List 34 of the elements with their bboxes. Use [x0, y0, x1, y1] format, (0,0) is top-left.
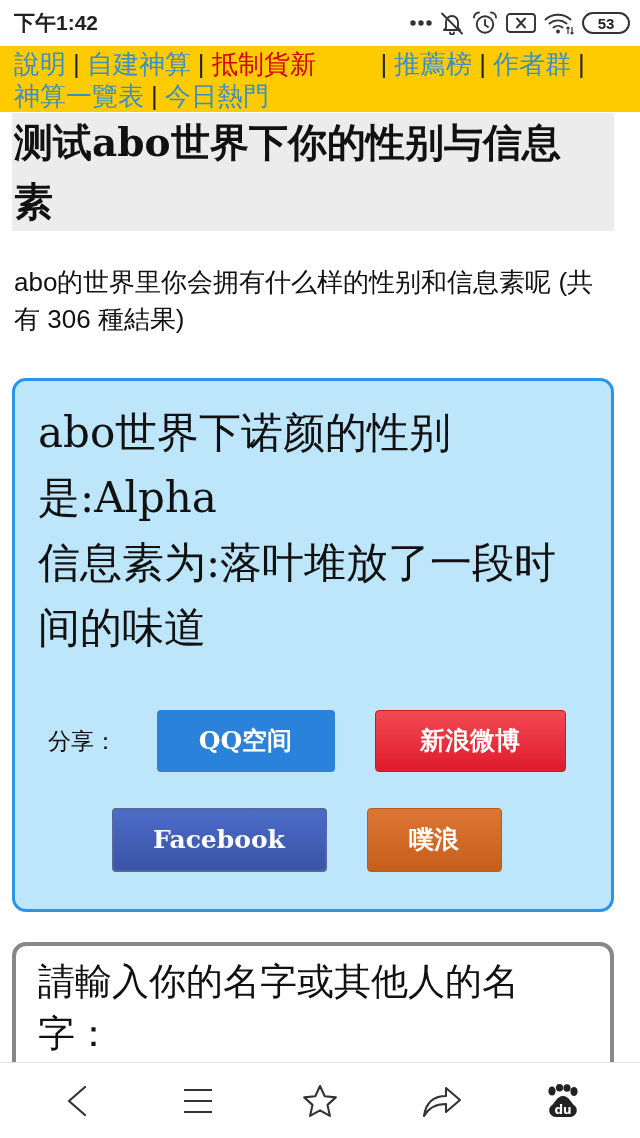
clock-time: 下午1:42	[14, 10, 99, 37]
name-prompt: 請輸入你的名字或其他人的名字：	[38, 960, 520, 1056]
back-icon[interactable]	[66, 1085, 87, 1116]
nav-separator: |	[578, 48, 585, 80]
quiz-description: abo的世界里你会拥有什么样的性别和信息素呢 (共有 306 種結果)	[14, 266, 595, 336]
nav-link[interactable]: 抵制貨新	[211, 48, 316, 80]
nav-link[interactable]: 說明	[14, 48, 66, 80]
nav-separator: |	[380, 48, 388, 80]
nav-separator: |	[479, 48, 487, 80]
alarm-clock-icon	[472, 11, 498, 35]
nav-link[interactable]: 作者群	[493, 48, 572, 80]
share-button[interactable]: Facebook	[111, 808, 327, 872]
share-button[interactable]: 新浪微博	[374, 710, 566, 772]
share-button[interactable]: QQ空间	[156, 710, 335, 772]
star-icon[interactable]	[302, 1083, 338, 1118]
nav-link[interactable]: 神算一覽表	[14, 80, 144, 112]
paw-logo[interactable]: du	[545, 1083, 582, 1118]
more-dots-icon	[410, 20, 432, 26]
nav-link[interactable]: 推薦榜	[394, 48, 473, 80]
nav-separator: |	[151, 80, 158, 112]
nav-separator: |	[73, 48, 80, 80]
menu-icon[interactable]	[184, 1087, 213, 1114]
wifi-icon	[544, 11, 574, 35]
result-text: abo世界下诺颜的性别是:Alpha	[38, 407, 453, 524]
muted-bell-icon	[440, 11, 464, 35]
page-title: 测试abo世界下你的性别与信息素	[12, 113, 614, 231]
nav-separator: |	[197, 48, 205, 80]
nav-link[interactable]: 自建神算	[86, 48, 191, 80]
nav-link[interactable]: 今日熱門	[164, 80, 269, 112]
share-button[interactable]: 噗浪	[366, 808, 502, 872]
crossed-box-icon	[506, 13, 536, 33]
battery-indicator: 53	[582, 12, 630, 34]
result-text: 信息素为:落叶堆放了一段时间的味道	[38, 537, 558, 654]
share-label: 分享：	[47, 726, 117, 756]
